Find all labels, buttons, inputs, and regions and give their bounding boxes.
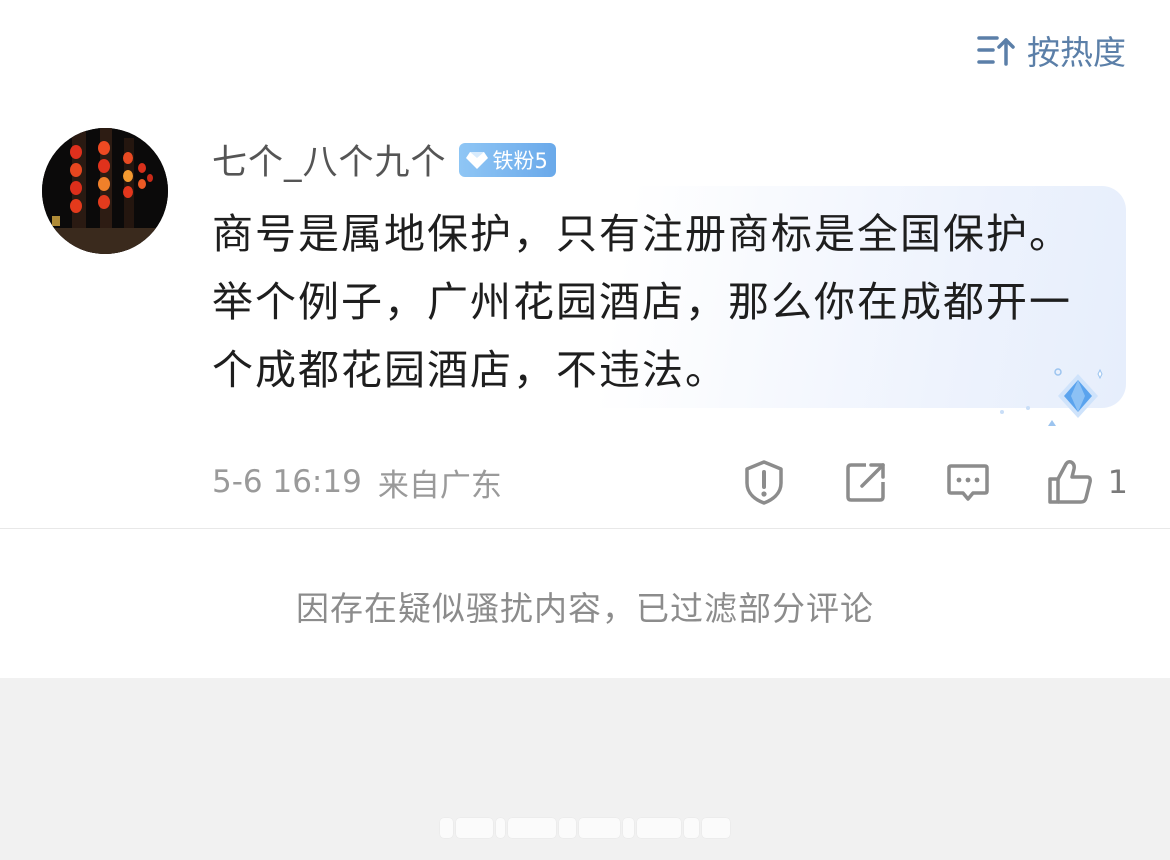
divider xyxy=(0,528,1170,529)
diamond-decoration-icon xyxy=(1000,368,1103,426)
user-avatar[interactable] xyxy=(42,128,168,254)
report-button[interactable] xyxy=(742,459,786,505)
comment-text: 商号是属地保护，只有注册商标是全国保护。举个例子，广州花园酒店，那么你在成都开一… xyxy=(212,210,1072,394)
sort-label: 按热度 xyxy=(1027,33,1126,72)
share-edit-icon xyxy=(845,463,885,502)
filtered-comments-notice: 因存在疑似骚扰内容，已过滤部分评论 xyxy=(296,589,874,628)
watermark xyxy=(440,814,731,842)
report-shield-icon xyxy=(744,460,783,505)
diamond-icon xyxy=(465,151,488,169)
share-button[interactable] xyxy=(844,460,888,504)
sort-icon xyxy=(977,32,1017,68)
fan-level-badge[interactable]: 铁粉5 xyxy=(458,142,556,177)
username[interactable]: 七个_八个九个 xyxy=(212,134,447,185)
comment-date: 5-6 16:19 xyxy=(212,464,362,500)
like-button[interactable]: 1 xyxy=(1046,459,1128,505)
comment-bubble-icon xyxy=(946,464,989,501)
reply-button[interactable] xyxy=(946,460,990,504)
like-count: 1 xyxy=(1107,463,1128,501)
fan-badge-label: 铁粉5 xyxy=(492,148,548,173)
thumbs-up-icon xyxy=(1047,460,1092,504)
avatar-image xyxy=(42,128,168,254)
comment-location: 来自广东 xyxy=(377,467,502,504)
comment-bubble: 商号是属地保护，只有注册商标是全国保护。举个例子，广州花园酒店，那么你在成都开一… xyxy=(196,186,1126,426)
footer-area xyxy=(0,678,1170,860)
sort-by-heat-button[interactable]: 按热度 xyxy=(977,26,1126,74)
